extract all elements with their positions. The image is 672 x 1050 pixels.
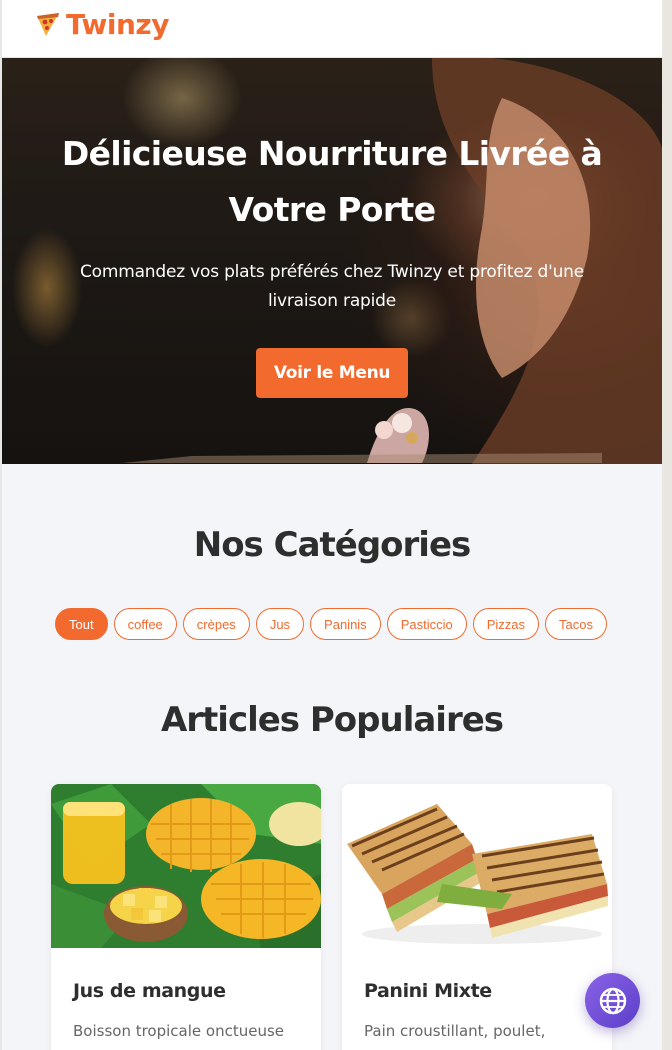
category-chip-coffee[interactable]: coffee <box>113 608 177 640</box>
brand-name: Twinzy <box>66 8 169 41</box>
product-description: Pain croustillant, poulet, <box>364 1022 546 1040</box>
page-right-strip <box>662 0 672 1050</box>
panini-image <box>342 784 612 948</box>
view-menu-button[interactable]: Voir le Menu <box>256 348 408 398</box>
category-chip-crepes[interactable]: crèpes <box>182 608 250 640</box>
mango-juice-image <box>51 784 321 948</box>
hero-content: Délicieuse Nourriture Livrée à Votre Por… <box>2 58 662 464</box>
hero-subtitle: Commandez vos plats préférés chez Twinzy… <box>79 262 585 311</box>
product-description: Boisson tropicale onctueuse <box>73 1022 285 1040</box>
product-name: Panini Mixte <box>364 980 492 1002</box>
category-filter-bar: Tout coffee crèpes Jus Paninis Pasticcio… <box>0 608 662 640</box>
popular-items-title: Articles Populaires <box>160 700 504 740</box>
category-chip-pasticcio[interactable]: Pasticcio <box>386 608 467 640</box>
top-header: Twinzy <box>2 0 662 58</box>
category-chip-tout[interactable]: Tout <box>55 608 108 640</box>
hero-title: Délicieuse Nourriture Livrée à Votre Por… <box>61 134 603 229</box>
language-globe-button[interactable] <box>585 973 640 1028</box>
hero-banner: Délicieuse Nourriture Livrée à Votre Por… <box>2 58 662 464</box>
product-name: Jus de mangue <box>73 980 226 1002</box>
category-chip-pizzas[interactable]: Pizzas <box>472 608 540 640</box>
product-card[interactable]: Jus de mangue Boisson tropicale onctueus… <box>51 784 321 1050</box>
globe-icon <box>599 987 626 1014</box>
category-chip-jus[interactable]: Jus <box>255 608 305 640</box>
categories-title: Nos Catégories <box>193 525 472 565</box>
brand-logo[interactable]: Twinzy <box>34 8 169 41</box>
category-chip-tacos[interactable]: Tacos <box>545 608 607 640</box>
product-card[interactable]: Panini Mixte Pain croustillant, poulet, <box>342 784 612 1050</box>
pizza-slice-icon <box>37 12 59 36</box>
category-chip-paninis[interactable]: Paninis <box>310 608 381 640</box>
